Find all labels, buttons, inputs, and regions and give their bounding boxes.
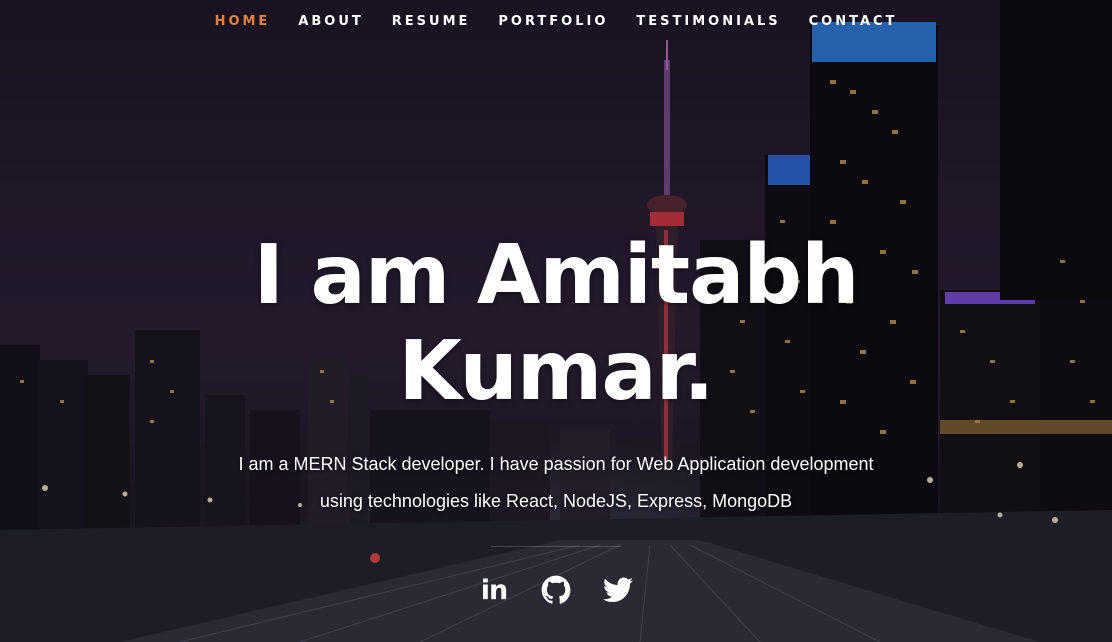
nav-link-testimonials[interactable]: TESTIMONIALS: [622, 0, 794, 43]
linkedin-link[interactable]: in: [478, 572, 510, 608]
nav-link-home[interactable]: HOME: [201, 0, 285, 43]
nav-link-about[interactable]: ABOUT: [284, 0, 377, 43]
intro-description: I am a MERN Stack developer. I have pass…: [238, 454, 874, 511]
hero-section: HOME ABOUT RESUME PORTFOLIO TESTIMONIALS…: [0, 0, 1112, 642]
nav-link-portfolio[interactable]: PORTFOLIO: [484, 0, 622, 43]
banner: I am Amitabh Kumar. I am a MERN Stack de…: [0, 228, 1112, 520]
main-navigation: HOME ABOUT RESUME PORTFOLIO TESTIMONIALS…: [0, 0, 1112, 46]
twitter-link[interactable]: [602, 572, 634, 608]
social-links: in: [0, 572, 1112, 608]
nav-link-contact[interactable]: CONTACT: [795, 0, 912, 43]
nav-link-resume[interactable]: RESUME: [378, 0, 485, 43]
headline: I am Amitabh Kumar.: [253, 228, 859, 419]
github-link[interactable]: [540, 572, 572, 608]
divider: [491, 546, 621, 547]
twitter-icon: [603, 577, 633, 602]
linkedin-icon: in: [480, 574, 509, 606]
github-icon: [541, 575, 571, 604]
